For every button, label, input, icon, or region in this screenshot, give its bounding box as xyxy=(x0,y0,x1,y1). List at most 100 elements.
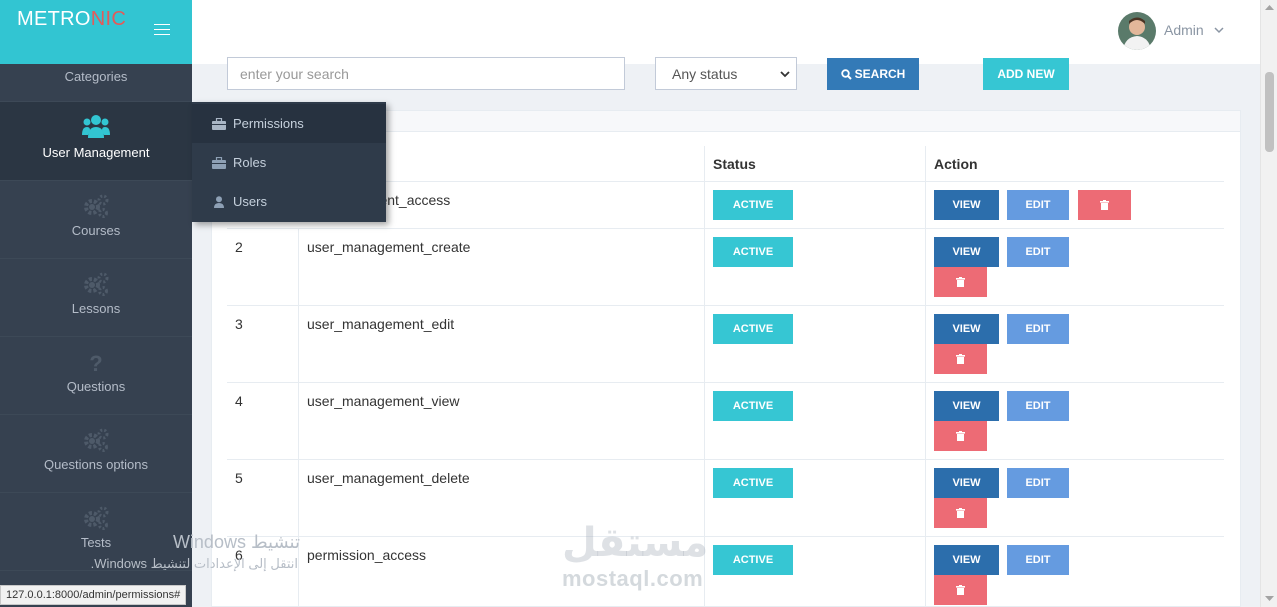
status-badge[interactable]: ACTIVE xyxy=(713,545,793,575)
view-button[interactable]: VIEW xyxy=(934,545,999,575)
view-button[interactable]: VIEW xyxy=(934,468,999,498)
scroll-up-arrow-icon[interactable] xyxy=(1265,4,1274,10)
user-name[interactable]: Admin xyxy=(1164,22,1204,38)
row-id: 3 xyxy=(235,316,243,332)
sidebar-item-questions[interactable]: ? Questions xyxy=(0,337,192,415)
gears-icon xyxy=(84,194,109,218)
status-filter-select[interactable]: Any status xyxy=(655,57,797,90)
search-icon xyxy=(840,68,852,80)
column-header-action: Action xyxy=(934,156,978,172)
status-badge[interactable]: ACTIVE xyxy=(713,237,793,267)
windows-activation-title: تنشيط Windows xyxy=(172,532,300,552)
sidebar-item-label: Questions options xyxy=(43,457,149,472)
gears-icon xyxy=(84,506,109,530)
mostaql-watermark: مستقل xyxy=(562,521,709,565)
trash-icon xyxy=(956,508,965,518)
submenu-item-permissions[interactable]: Permissions xyxy=(192,104,386,143)
users-icon xyxy=(82,115,110,138)
trash-icon xyxy=(956,431,965,441)
question-mark-icon: ? xyxy=(89,351,102,374)
sidebar-item-label: Lessons xyxy=(71,301,121,316)
column-divider xyxy=(925,146,926,607)
chevron-down-icon xyxy=(780,71,790,78)
sidebar-item-lessons[interactable]: Lessons xyxy=(0,259,192,337)
top-header: Admin xyxy=(192,0,1260,64)
search-input[interactable] xyxy=(227,57,625,90)
view-button[interactable]: VIEW xyxy=(934,190,999,220)
view-button[interactable]: VIEW xyxy=(934,237,999,267)
scroll-down-arrow-icon[interactable] xyxy=(1265,596,1274,602)
svg-text:?: ? xyxy=(89,351,102,374)
user-management-submenu: Permissions Roles Users xyxy=(192,102,386,222)
edit-button[interactable]: EDIT xyxy=(1007,545,1069,575)
delete-button[interactable] xyxy=(934,344,987,374)
edit-button[interactable]: EDIT xyxy=(1007,190,1069,220)
sidebar-item-courses[interactable]: Courses xyxy=(0,181,192,259)
scrollbar-thumb[interactable] xyxy=(1265,72,1274,152)
delete-button[interactable] xyxy=(934,421,987,451)
sidebar-item-label: Questions xyxy=(66,379,126,394)
delete-button[interactable] xyxy=(934,267,987,297)
view-button[interactable]: VIEW xyxy=(934,391,999,421)
delete-button[interactable] xyxy=(934,575,987,605)
gears-icon xyxy=(84,428,109,452)
browser-status-url: 127.0.0.1:8000/admin/permissions# xyxy=(0,585,187,605)
status-badge[interactable]: ACTIVE xyxy=(713,468,793,498)
sidebar-item-label: Categories xyxy=(64,69,128,84)
sidebar-item-questions-options[interactable]: Questions options xyxy=(0,415,192,493)
status-badge[interactable]: ACTIVE xyxy=(713,190,793,220)
brand-logo[interactable]: METRONIC xyxy=(17,8,126,31)
add-new-button[interactable]: ADD NEW xyxy=(983,58,1069,90)
sidebar-item-label: Courses xyxy=(71,223,121,238)
row-id: 4 xyxy=(235,393,243,409)
status-filter-value: Any status xyxy=(672,66,738,82)
row-id: 2 xyxy=(235,239,243,255)
submenu-item-label: Users xyxy=(233,194,267,209)
row-divider xyxy=(227,305,1224,306)
sidebar-item-user-management[interactable]: User Management xyxy=(0,102,192,181)
row-permission-name: user_management_create xyxy=(307,239,471,255)
vertical-scrollbar[interactable] xyxy=(1260,0,1277,607)
trash-icon xyxy=(956,354,965,364)
logo-bar: METRONIC xyxy=(0,0,192,64)
trash-icon xyxy=(956,277,965,287)
row-divider xyxy=(227,459,1224,460)
column-header-status: Status xyxy=(713,156,756,172)
edit-button[interactable]: EDIT xyxy=(1007,314,1069,344)
sidebar-item-categories[interactable]: Categories xyxy=(0,64,192,102)
submenu-item-roles[interactable]: Roles xyxy=(192,143,386,182)
search-button-label: SEARCH xyxy=(854,67,906,81)
view-button[interactable]: VIEW xyxy=(934,314,999,344)
submenu-item-label: Permissions xyxy=(233,116,304,131)
edit-button[interactable]: EDIT xyxy=(1007,237,1069,267)
briefcase-icon xyxy=(212,156,226,169)
user-avatar[interactable] xyxy=(1118,12,1156,50)
chevron-down-icon[interactable] xyxy=(1214,22,1224,38)
row-divider xyxy=(227,228,1224,229)
user-icon xyxy=(212,195,226,208)
delete-button[interactable] xyxy=(934,498,987,528)
search-button[interactable]: SEARCH xyxy=(827,58,919,90)
edit-button[interactable]: EDIT xyxy=(1007,391,1069,421)
windows-activation-hint: انتقل إلى الإعدادات لتنشيط Windows. xyxy=(90,556,298,571)
row-permission-name: user_management_edit xyxy=(307,316,455,332)
gears-icon xyxy=(84,272,109,296)
status-badge[interactable]: ACTIVE xyxy=(713,314,793,344)
submenu-item-users[interactable]: Users xyxy=(192,182,386,221)
submenu-item-label: Roles xyxy=(233,155,267,170)
add-new-label: ADD NEW xyxy=(997,67,1055,81)
trash-icon xyxy=(1100,200,1109,210)
menu-toggle-icon[interactable] xyxy=(154,24,170,38)
status-badge[interactable]: ACTIVE xyxy=(713,391,793,421)
delete-button[interactable] xyxy=(1078,190,1131,220)
briefcase-icon xyxy=(212,117,226,130)
trash-icon xyxy=(956,585,965,595)
mostaql-watermark-url: mostaql.com xyxy=(562,566,704,591)
row-permission-name: permission_access xyxy=(307,547,427,563)
row-divider xyxy=(227,536,1224,537)
row-permission-name: user_management_view xyxy=(307,393,460,409)
row-id: 5 xyxy=(235,470,243,486)
sidebar-item-label: User Management xyxy=(42,145,150,160)
edit-button[interactable]: EDIT xyxy=(1007,468,1069,498)
row-permission-name: user_management_delete xyxy=(307,470,470,486)
